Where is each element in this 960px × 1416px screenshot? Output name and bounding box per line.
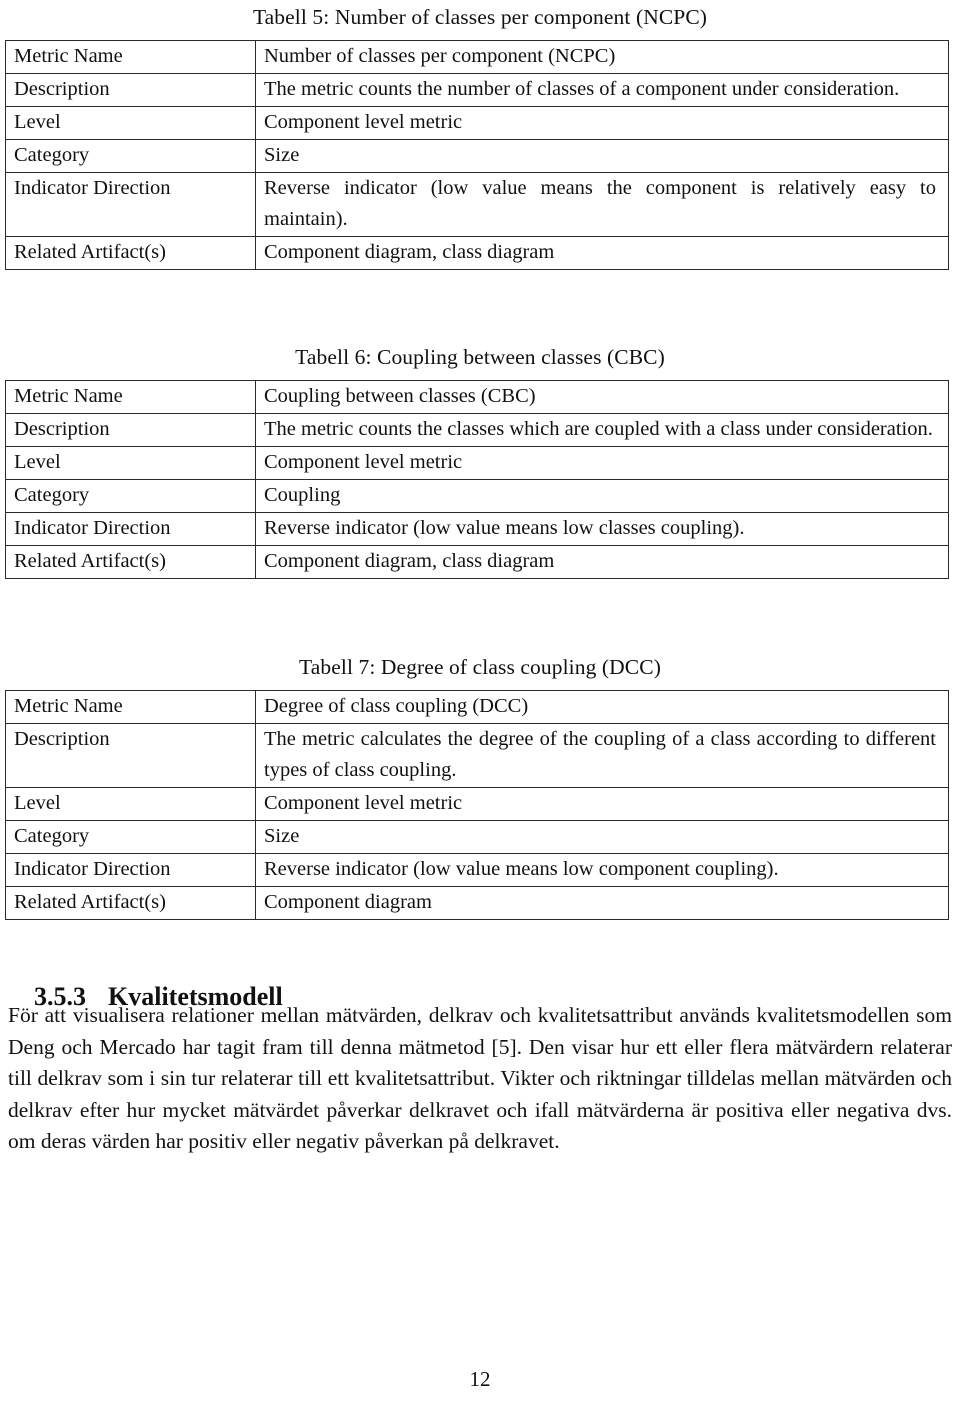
row-label-metric-name: Metric Name — [5, 690, 256, 724]
row-label-level: Level — [5, 787, 256, 821]
row-value-level: Component level metric — [255, 106, 949, 140]
row-label-related-artifacts: Related Artifact(s) — [5, 545, 256, 579]
table-row: Metric Name Coupling between classes (CB… — [5, 380, 949, 414]
table-row: Description The metric counts the number… — [5, 73, 949, 107]
row-value-category: Coupling — [255, 479, 949, 513]
metric-table-ncpc: Metric Name Number of classes per compon… — [5, 40, 949, 270]
row-label-level: Level — [5, 106, 256, 140]
table-row: Related Artifact(s) Component diagram, c… — [5, 545, 949, 579]
row-value-indicator-direction: Reverse indicator (low value means the c… — [255, 172, 949, 237]
table-row: Level Component level metric — [5, 787, 949, 821]
table-row: Level Component level metric — [5, 106, 949, 140]
table-row: Category Size — [5, 139, 949, 173]
metric-table-dcc: Metric Name Degree of class coupling (DC… — [5, 690, 949, 920]
table-row: Description The metric counts the classe… — [5, 413, 949, 447]
page-number: 12 — [469, 1367, 491, 1391]
row-value-indicator-direction: Reverse indicator (low value means low c… — [255, 512, 949, 546]
row-label-category: Category — [5, 820, 256, 854]
row-value-related-artifacts: Component diagram — [255, 886, 949, 920]
table-caption-ncpc: Tabell 5: Number of classes per componen… — [252, 5, 708, 29]
row-value-description: The metric counts the classes which are … — [255, 413, 949, 447]
table-caption-dcc: Tabell 7: Degree of class coupling (DCC) — [299, 655, 661, 679]
table-row: Related Artifact(s) Component diagram, c… — [5, 236, 949, 270]
row-value-level: Component level metric — [255, 787, 949, 821]
table-block-cbc: Tabell 6: Coupling between classes (CBC)… — [0, 342, 960, 579]
body-paragraph: För att visualisera relationer mellan mä… — [8, 1003, 952, 1153]
row-value-metric-name: Degree of class coupling (DCC) — [255, 690, 949, 724]
row-label-description: Description — [5, 73, 256, 107]
row-label-indicator-direction: Indicator Direction — [5, 172, 256, 237]
row-label-indicator-direction: Indicator Direction — [5, 512, 256, 546]
table-row: Related Artifact(s) Component diagram — [5, 886, 949, 920]
table-block-dcc: Tabell 7: Degree of class coupling (DCC)… — [0, 652, 960, 920]
table-row: Description The metric calculates the de… — [5, 723, 949, 788]
row-label-category: Category — [5, 139, 256, 173]
row-value-category: Size — [255, 139, 949, 173]
row-label-indicator-direction: Indicator Direction — [5, 853, 256, 887]
row-value-category: Size — [255, 820, 949, 854]
row-label-metric-name: Metric Name — [5, 40, 256, 74]
row-value-description: The metric calculates the degree of the … — [255, 723, 949, 788]
row-value-metric-name: Coupling between classes (CBC) — [255, 380, 949, 414]
row-value-related-artifacts: Component diagram, class diagram — [255, 545, 949, 579]
table-row: Level Component level metric — [5, 446, 949, 480]
table-row: Category Size — [5, 820, 949, 854]
table-block-ncpc: Tabell 5: Number of classes per componen… — [0, 2, 960, 270]
row-value-related-artifacts: Component diagram, class diagram — [255, 236, 949, 270]
row-value-level: Component level metric — [255, 446, 949, 480]
row-label-description: Description — [5, 413, 256, 447]
row-label-level: Level — [5, 446, 256, 480]
row-label-related-artifacts: Related Artifact(s) — [5, 236, 256, 270]
row-label-category: Category — [5, 479, 256, 513]
document-page: Tabell 5: Number of classes per componen… — [0, 0, 960, 1416]
row-value-description: The metric counts the number of classes … — [255, 73, 949, 107]
table-row: Indicator Direction Reverse indicator (l… — [5, 172, 949, 237]
row-label-description: Description — [5, 723, 256, 788]
table-caption-cbc: Tabell 6: Coupling between classes (CBC) — [295, 345, 665, 369]
row-value-metric-name: Number of classes per component (NCPC) — [255, 40, 949, 74]
table-row: Metric Name Degree of class coupling (DC… — [5, 690, 949, 724]
table-row: Indicator Direction Reverse indicator (l… — [5, 512, 949, 546]
row-label-related-artifacts: Related Artifact(s) — [5, 886, 256, 920]
table-row: Metric Name Number of classes per compon… — [5, 40, 949, 74]
table-row: Indicator Direction Reverse indicator (l… — [5, 853, 949, 887]
metric-table-cbc: Metric Name Coupling between classes (CB… — [5, 380, 949, 579]
table-row: Category Coupling — [5, 479, 949, 513]
row-value-indicator-direction: Reverse indicator (low value means low c… — [255, 853, 949, 887]
row-label-metric-name: Metric Name — [5, 380, 256, 414]
